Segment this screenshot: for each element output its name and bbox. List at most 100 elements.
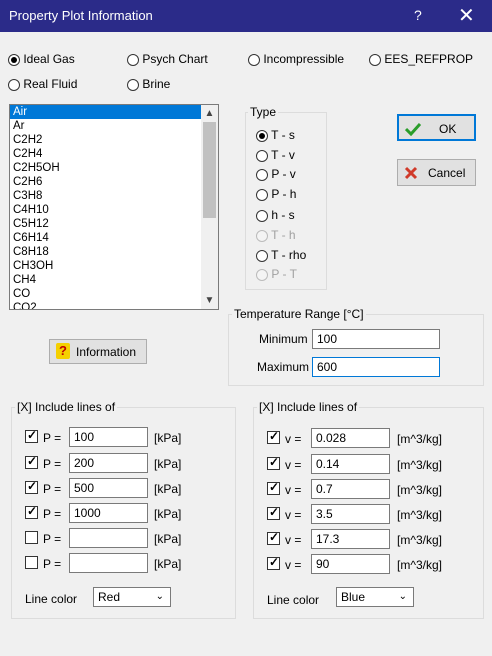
radio-ees-refprop[interactable]: EES_REFPROP [369, 52, 473, 66]
radio-type-t-rho[interactable]: T - rho [256, 248, 306, 262]
volume-row [267, 530, 280, 546]
list-scrollbar[interactable]: ▲ ▼ [201, 105, 218, 309]
maximum-input[interactable] [312, 357, 440, 377]
radio-label: Psych Chart [142, 52, 208, 66]
radio-type-h-s[interactable]: h - s [256, 208, 295, 222]
radio-type-t-v[interactable]: T - v [256, 148, 295, 162]
x-icon [404, 166, 418, 180]
radio-type-p-v[interactable]: P - v [256, 167, 296, 181]
minimum-input[interactable] [312, 329, 440, 349]
volume-checkbox[interactable] [267, 455, 280, 471]
list-item[interactable]: CO [10, 287, 202, 301]
radio-label: Real Fluid [23, 77, 78, 91]
pressure-var-label: P = [43, 482, 62, 496]
scroll-up-icon[interactable]: ▲ [201, 105, 218, 122]
volume-row [267, 480, 280, 496]
pressure-checkbox[interactable] [25, 556, 38, 570]
list-item[interactable]: C6H14 [10, 231, 202, 245]
pressure-checkbox[interactable] [25, 428, 38, 444]
volume-var-label: v = [285, 508, 302, 522]
list-item[interactable]: CH4 [10, 273, 202, 287]
list-item[interactable]: C3H8 [10, 189, 202, 203]
list-item[interactable]: C4H10 [10, 203, 202, 217]
radio-indicator [256, 168, 268, 181]
help-button[interactable]: ? [414, 7, 422, 23]
cancel-button[interactable]: Cancel [397, 159, 476, 186]
pressure-input[interactable] [69, 453, 148, 473]
pressure-checkbox[interactable] [25, 479, 38, 495]
pressure-input[interactable] [69, 553, 148, 573]
pressure-var-label: P = [43, 532, 62, 546]
scroll-thumb[interactable] [203, 122, 216, 218]
list-item[interactable]: C5H12 [10, 217, 202, 231]
volume-checkbox[interactable] [267, 480, 280, 496]
list-item[interactable]: C2H4 [10, 147, 202, 161]
list-item[interactable]: CO2 [10, 301, 202, 309]
radio-label: Incompressible [263, 52, 345, 66]
pressure-input[interactable] [69, 478, 148, 498]
list-item[interactable]: Air [10, 105, 202, 119]
list-item[interactable]: Ar [10, 119, 202, 133]
volume-line-color-label: Line color [267, 593, 320, 607]
pressure-checkbox[interactable] [25, 531, 38, 545]
volume-input[interactable] [311, 454, 390, 474]
list-item[interactable]: C8H18 [10, 245, 202, 259]
pressure-input[interactable] [69, 427, 148, 447]
minimum-label: Minimum [259, 332, 308, 346]
radio-indicator [256, 268, 268, 281]
radio-brine[interactable]: Brine [127, 77, 170, 91]
volume-checkbox[interactable] [267, 429, 280, 445]
volume-checkbox[interactable] [267, 530, 280, 546]
pressure-input[interactable] [69, 528, 148, 548]
type-group-label: Type [248, 105, 279, 119]
chevron-down-icon: ⌄ [155, 591, 164, 602]
ok-button[interactable]: OK [397, 114, 476, 141]
ok-label: OK [439, 122, 457, 136]
radio-indicator [248, 53, 260, 66]
radio-indicator [8, 53, 20, 66]
pressure-var-label: P = [43, 557, 62, 571]
radio-ideal-gas[interactable]: Ideal Gas [8, 52, 75, 66]
volume-input[interactable] [311, 428, 390, 448]
window-title: Property Plot Information [9, 8, 153, 23]
radio-type-t-s[interactable]: T - s [256, 128, 295, 142]
radio-type-p-h[interactable]: P - h [256, 187, 296, 201]
pressure-line-color-select[interactable]: Red ⌄ [93, 587, 171, 607]
volume-input[interactable] [311, 529, 390, 549]
volume-checkbox[interactable] [267, 505, 280, 521]
pressure-checkbox[interactable] [25, 504, 38, 520]
volume-input[interactable] [311, 504, 390, 524]
radio-label: P - v [271, 167, 296, 181]
volume-unit: [m^3/kg] [397, 458, 442, 472]
volume-checkbox[interactable] [267, 555, 280, 571]
radio-real-fluid[interactable]: Real Fluid [8, 77, 77, 91]
list-item[interactable]: C2H5OH [10, 161, 202, 175]
volume-input[interactable] [311, 479, 390, 499]
cancel-label: Cancel [428, 166, 466, 180]
radio-incompressible[interactable]: Incompressible [248, 52, 344, 66]
pressure-var-label: P = [43, 507, 62, 521]
volume-row [267, 555, 280, 571]
fluid-listbox[interactable]: Air Ar C2H2 C2H4 C2H5OH C2H6 C3H8 C4H10 … [9, 104, 219, 310]
radio-type-t-h: T - h [256, 228, 296, 242]
close-button[interactable]: ✕ [458, 3, 475, 28]
radio-label: EES_REFPROP [384, 52, 474, 66]
information-button[interactable]: ? Information [49, 339, 147, 364]
list-item[interactable]: C2H2 [10, 133, 202, 147]
radio-psych-chart[interactable]: Psych Chart [127, 52, 208, 66]
temperature-range-label: Temperature Range [°C] [232, 307, 366, 321]
volume-line-color-select[interactable]: Blue ⌄ [336, 587, 414, 607]
scroll-down-icon[interactable]: ▼ [201, 292, 218, 309]
radio-label: T - rho [271, 248, 307, 262]
fluid-list: Air Ar C2H2 C2H4 C2H5OH C2H6 C3H8 C4H10 … [10, 105, 202, 309]
pressure-checkbox[interactable] [25, 454, 38, 470]
volume-input[interactable] [311, 554, 390, 574]
radio-label: P - h [271, 187, 297, 201]
volume-var-label: v = [285, 458, 302, 472]
volume-line-color-value: Blue [341, 590, 366, 604]
list-item[interactable]: CH3OH [10, 259, 202, 273]
radio-indicator [256, 188, 268, 201]
list-item[interactable]: C2H6 [10, 175, 202, 189]
pressure-input[interactable] [69, 503, 148, 523]
question-icon: ? [56, 343, 70, 359]
